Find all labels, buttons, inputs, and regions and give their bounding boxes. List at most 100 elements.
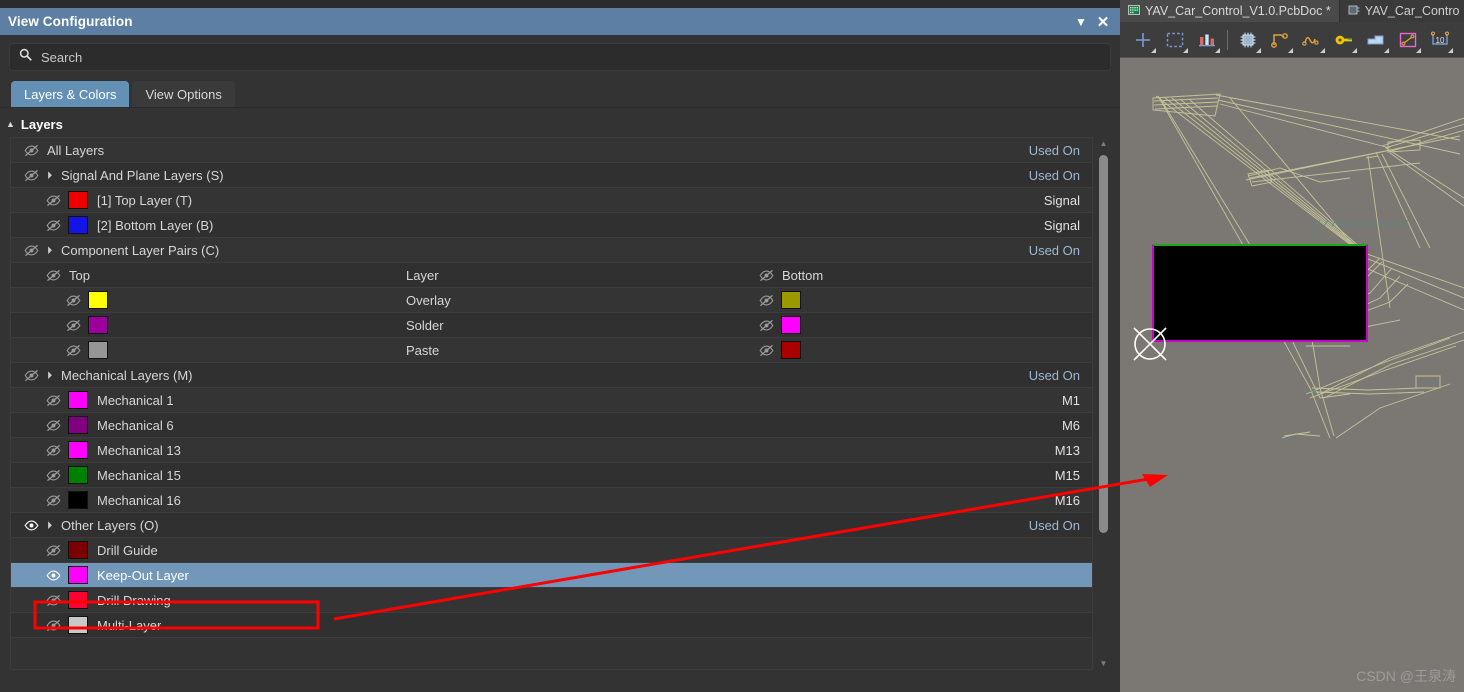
layer-row[interactable]: All Layers Used On	[11, 138, 1092, 163]
ratsnest-lines	[1152, 93, 1464, 441]
layer-row[interactable]: Solder	[11, 313, 1092, 338]
layers-section-header[interactable]: ▲ Layers	[0, 108, 1120, 137]
eye-hidden-icon[interactable]	[43, 617, 63, 633]
layer-row[interactable]: Mechanical 1 M1	[11, 388, 1092, 413]
layer-row[interactable]: Overlay	[11, 288, 1092, 313]
layer-label: Multi-Layer	[97, 617, 162, 633]
eye-hidden-icon[interactable]	[63, 317, 83, 333]
color-swatch[interactable]	[781, 341, 801, 359]
color-swatch[interactable]	[68, 391, 88, 409]
eye-hidden-icon[interactable]	[43, 392, 63, 408]
layer-row-selected[interactable]: Keep-Out Layer	[11, 563, 1092, 588]
route-trace-icon[interactable]	[1265, 26, 1295, 54]
layer-label: Keep-Out Layer	[97, 567, 189, 583]
layer-row[interactable]: [2] Bottom Layer (B) Signal	[11, 213, 1092, 238]
color-swatch[interactable]	[68, 441, 88, 459]
layer-row[interactable]: Multi-Layer	[11, 613, 1092, 638]
layer-row[interactable]: ◢ Component Layer Pairs (C) Used On	[11, 238, 1092, 263]
key-tool-icon[interactable]	[1329, 26, 1359, 54]
color-swatch[interactable]	[781, 316, 801, 334]
eye-hidden-icon[interactable]	[21, 242, 41, 258]
color-swatch[interactable]	[68, 491, 88, 509]
dimension-line-icon[interactable]	[1393, 26, 1423, 54]
layer-row[interactable]: Mechanical 13 M13	[11, 438, 1092, 463]
eye-hidden-icon[interactable]	[63, 292, 83, 308]
scroll-up-icon[interactable]: ▲	[1096, 137, 1111, 150]
eye-hidden-icon[interactable]	[43, 492, 63, 508]
layer-usage-label: Used On	[1028, 142, 1080, 158]
layer-row[interactable]: Top Layer Bottom	[11, 263, 1092, 288]
caret-down-icon[interactable]: ◢	[40, 167, 56, 183]
color-swatch[interactable]	[781, 291, 801, 309]
document-tab-pcb[interactable]: YAV_Car_Control_V1.0.PcbDoc *	[1120, 0, 1340, 22]
eye-hidden-icon[interactable]	[43, 442, 63, 458]
eye-hidden-icon[interactable]	[21, 142, 41, 158]
color-swatch[interactable]	[68, 541, 88, 559]
layer-label: Other Layers (O)	[61, 517, 159, 533]
chevron-down-icon[interactable]: ▼	[1070, 11, 1092, 33]
pcb-doc-icon	[1128, 4, 1140, 19]
color-swatch[interactable]	[68, 566, 88, 584]
caret-down-icon[interactable]: ◢	[40, 242, 56, 258]
eye-hidden-icon[interactable]	[43, 192, 63, 208]
layer-row[interactable]: Mechanical 16 M16	[11, 488, 1092, 513]
eye-hidden-icon[interactable]	[21, 367, 41, 383]
color-swatch[interactable]	[68, 191, 88, 209]
layer-row[interactable]: [1] Top Layer (T) Signal	[11, 188, 1092, 213]
tab-view-options[interactable]: View Options	[132, 81, 235, 108]
pcb-canvas[interactable]: CSDN @王泉涛	[1120, 58, 1464, 692]
search-input[interactable]	[41, 49, 1101, 65]
eye-hidden-icon[interactable]	[43, 417, 63, 433]
layer-row[interactable]: Drill Drawing	[11, 588, 1092, 613]
layer-label: Mechanical 6	[97, 417, 174, 433]
layers-list[interactable]: All Layers Used On ◢ Signal And Plane Layer…	[10, 137, 1093, 670]
eye-hidden-icon[interactable]	[756, 292, 776, 308]
layer-row[interactable]: ◢ Signal And Plane Layers (S) Used On	[11, 163, 1092, 188]
search-box[interactable]	[9, 43, 1111, 71]
scroll-down-icon[interactable]: ▼	[1096, 657, 1111, 670]
layer-row[interactable]: Paste	[11, 338, 1092, 363]
measure-10-icon[interactable]: 10	[1425, 26, 1455, 54]
caret-down-icon[interactable]: ◢	[40, 367, 56, 383]
color-swatch[interactable]	[68, 616, 88, 634]
color-swatch[interactable]	[88, 316, 108, 334]
polygon-pour-icon[interactable]	[1361, 26, 1391, 54]
eye-hidden-icon[interactable]	[43, 267, 63, 283]
eye-hidden-icon[interactable]	[756, 317, 776, 333]
color-swatch[interactable]	[68, 591, 88, 609]
eye-hidden-icon[interactable]	[63, 342, 83, 358]
color-swatch[interactable]	[88, 291, 108, 309]
component-chip-icon[interactable]	[1233, 26, 1263, 54]
caret-down-icon[interactable]: ▲	[6, 120, 15, 129]
eye-hidden-icon[interactable]	[756, 342, 776, 358]
color-swatch[interactable]	[68, 416, 88, 434]
crosshair-place-icon[interactable]	[1128, 26, 1158, 54]
color-swatch[interactable]	[88, 341, 108, 359]
scrollbar-thumb[interactable]	[1099, 155, 1108, 533]
eye-hidden-icon[interactable]	[43, 217, 63, 233]
tabs-underline	[0, 107, 1120, 108]
eye-hidden-icon[interactable]	[43, 542, 63, 558]
document-tab-sch[interactable]: YAV_Car_Contro	[1339, 0, 1464, 22]
eye-hidden-icon[interactable]	[756, 267, 776, 283]
eye-hidden-icon[interactable]	[43, 467, 63, 483]
caret-down-icon[interactable]: ◢	[40, 517, 56, 533]
selection-rect-icon[interactable]	[1160, 26, 1190, 54]
net-wave-icon[interactable]	[1297, 26, 1327, 54]
color-swatch[interactable]	[68, 216, 88, 234]
layer-row[interactable]: ◢ Other Layers (O) Used On	[11, 513, 1092, 538]
tab-layers-and-colors[interactable]: Layers & Colors	[11, 81, 130, 108]
close-icon[interactable]: ✕	[1092, 11, 1114, 33]
layer-row[interactable]: Mechanical 6 M6	[11, 413, 1092, 438]
layer-row[interactable]: ◢ Mechanical Layers (M) Used On	[11, 363, 1092, 388]
color-swatch[interactable]	[68, 466, 88, 484]
eye-hidden-icon[interactable]	[21, 167, 41, 183]
layers-scrollbar[interactable]: ▲ ▼	[1096, 137, 1111, 670]
layer-row[interactable]: Drill Guide	[11, 538, 1092, 563]
layer-row[interactable]: Mechanical 15 M15	[11, 463, 1092, 488]
eye-visible-icon[interactable]	[21, 517, 41, 533]
eye-hidden-icon[interactable]	[43, 592, 63, 608]
eye-visible-icon[interactable]	[43, 567, 63, 583]
layer-usage-label: M13	[1054, 442, 1080, 458]
bar-chart-icon[interactable]	[1192, 26, 1222, 54]
